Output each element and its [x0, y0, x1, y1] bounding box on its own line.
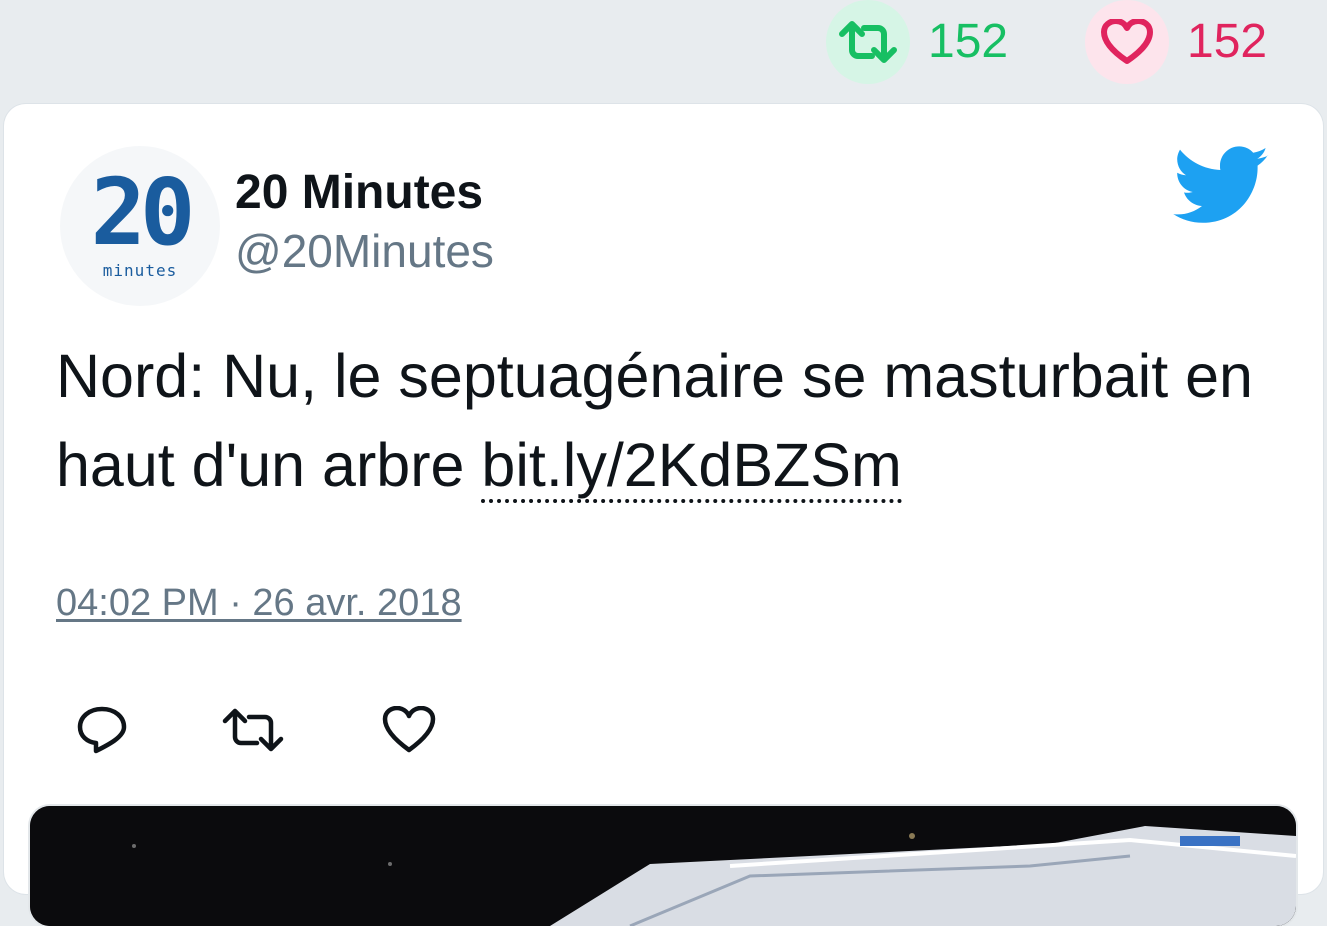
avatar-logo-number: 20	[90, 159, 196, 267]
twitter-bird-icon[interactable]	[1173, 146, 1271, 226]
media-image-content	[30, 806, 1296, 926]
like-action-icon[interactable]	[380, 702, 438, 758]
retweet-action-icon[interactable]	[220, 702, 286, 758]
retweet-stat[interactable]: 152	[826, 0, 1008, 84]
tweet-card: 20 minutes 20 Minutes @20Minutes Nord: N…	[4, 104, 1323, 926]
author-name[interactable]: 20 Minutes	[235, 164, 494, 222]
heart-icon[interactable]	[1085, 0, 1169, 84]
retweet-icon[interactable]	[826, 0, 910, 84]
tweet-media-image[interactable]	[30, 806, 1296, 926]
tweet-link[interactable]: bit.ly/2KdBZSm	[481, 431, 902, 503]
retweet-count: 152	[928, 15, 1009, 68]
top-stats-bar: 152 152	[0, 0, 1327, 100]
reply-icon[interactable]	[74, 702, 130, 758]
tweet-text: Nord: Nu, le septuagénaire se masturbait…	[56, 332, 1286, 510]
tweet-timestamp[interactable]: 04:02 PM · 26 avr. 2018	[56, 582, 462, 625]
avatar-logo-word: minutes	[102, 260, 178, 280]
avatar[interactable]: 20 minutes	[60, 146, 220, 306]
author-handle[interactable]: @20Minutes	[235, 222, 494, 282]
like-count: 152	[1187, 15, 1268, 68]
like-stat[interactable]: 152	[1085, 0, 1267, 84]
author-block[interactable]: 20 Minutes @20Minutes	[235, 164, 494, 281]
